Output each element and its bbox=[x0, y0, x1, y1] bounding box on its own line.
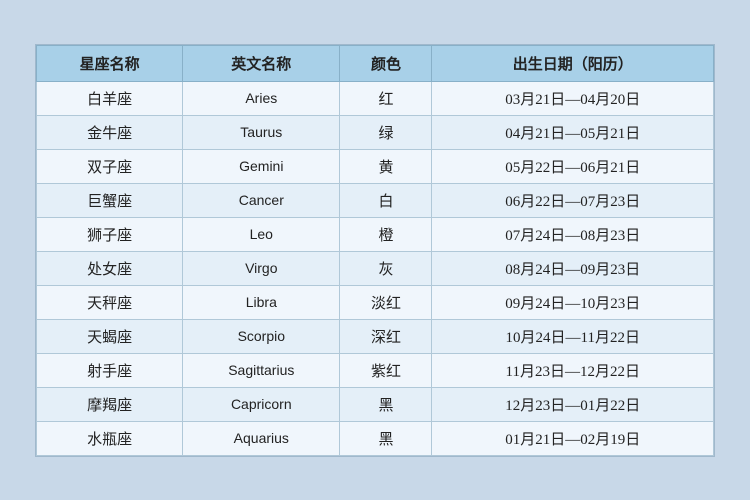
cell-color: 白 bbox=[340, 183, 432, 217]
table-row: 摩羯座Capricorn黑12月23日—01月22日 bbox=[37, 387, 714, 421]
cell-chinese-name: 天秤座 bbox=[37, 285, 183, 319]
table-row: 射手座Sagittarius紫红11月23日—12月22日 bbox=[37, 353, 714, 387]
table-row: 金牛座Taurus绿04月21日—05月21日 bbox=[37, 115, 714, 149]
cell-english-name: Gemini bbox=[183, 149, 340, 183]
cell-color: 深红 bbox=[340, 319, 432, 353]
zodiac-table: 星座名称 英文名称 颜色 出生日期（阳历） 白羊座Aries红03月21日—04… bbox=[36, 45, 714, 456]
cell-english-name: Scorpio bbox=[183, 319, 340, 353]
cell-english-name: Virgo bbox=[183, 251, 340, 285]
cell-english-name: Aries bbox=[183, 81, 340, 115]
cell-color: 黑 bbox=[340, 387, 432, 421]
table-row: 天秤座Libra淡红09月24日—10月23日 bbox=[37, 285, 714, 319]
cell-chinese-name: 巨蟹座 bbox=[37, 183, 183, 217]
cell-english-name: Cancer bbox=[183, 183, 340, 217]
cell-dates: 03月21日—04月20日 bbox=[432, 81, 714, 115]
cell-color: 黄 bbox=[340, 149, 432, 183]
cell-dates: 11月23日—12月22日 bbox=[432, 353, 714, 387]
cell-dates: 06月22日—07月23日 bbox=[432, 183, 714, 217]
cell-english-name: Sagittarius bbox=[183, 353, 340, 387]
table-row: 天蝎座Scorpio深红10月24日—11月22日 bbox=[37, 319, 714, 353]
header-chinese-name: 星座名称 bbox=[37, 45, 183, 81]
cell-color: 淡红 bbox=[340, 285, 432, 319]
cell-color: 红 bbox=[340, 81, 432, 115]
cell-dates: 05月22日—06月21日 bbox=[432, 149, 714, 183]
table-row: 双子座Gemini黄05月22日—06月21日 bbox=[37, 149, 714, 183]
cell-dates: 10月24日—11月22日 bbox=[432, 319, 714, 353]
cell-chinese-name: 金牛座 bbox=[37, 115, 183, 149]
cell-chinese-name: 处女座 bbox=[37, 251, 183, 285]
cell-dates: 09月24日—10月23日 bbox=[432, 285, 714, 319]
table-body: 白羊座Aries红03月21日—04月20日金牛座Taurus绿04月21日—0… bbox=[37, 81, 714, 455]
cell-dates: 12月23日—01月22日 bbox=[432, 387, 714, 421]
cell-chinese-name: 摩羯座 bbox=[37, 387, 183, 421]
cell-color: 绿 bbox=[340, 115, 432, 149]
cell-english-name: Taurus bbox=[183, 115, 340, 149]
cell-dates: 08月24日—09月23日 bbox=[432, 251, 714, 285]
cell-chinese-name: 双子座 bbox=[37, 149, 183, 183]
cell-chinese-name: 天蝎座 bbox=[37, 319, 183, 353]
table-row: 巨蟹座Cancer白06月22日—07月23日 bbox=[37, 183, 714, 217]
cell-chinese-name: 白羊座 bbox=[37, 81, 183, 115]
table-row: 白羊座Aries红03月21日—04月20日 bbox=[37, 81, 714, 115]
table-row: 处女座Virgo灰08月24日—09月23日 bbox=[37, 251, 714, 285]
cell-chinese-name: 水瓶座 bbox=[37, 421, 183, 455]
header-birth-date: 出生日期（阳历） bbox=[432, 45, 714, 81]
cell-color: 橙 bbox=[340, 217, 432, 251]
table-row: 狮子座Leo橙07月24日—08月23日 bbox=[37, 217, 714, 251]
cell-color: 灰 bbox=[340, 251, 432, 285]
cell-dates: 01月21日—02月19日 bbox=[432, 421, 714, 455]
cell-color: 紫红 bbox=[340, 353, 432, 387]
table-row: 水瓶座Aquarius黑01月21日—02月19日 bbox=[37, 421, 714, 455]
cell-english-name: Leo bbox=[183, 217, 340, 251]
table-header-row: 星座名称 英文名称 颜色 出生日期（阳历） bbox=[37, 45, 714, 81]
header-color: 颜色 bbox=[340, 45, 432, 81]
cell-english-name: Libra bbox=[183, 285, 340, 319]
cell-chinese-name: 狮子座 bbox=[37, 217, 183, 251]
cell-dates: 04月21日—05月21日 bbox=[432, 115, 714, 149]
cell-chinese-name: 射手座 bbox=[37, 353, 183, 387]
cell-english-name: Aquarius bbox=[183, 421, 340, 455]
cell-dates: 07月24日—08月23日 bbox=[432, 217, 714, 251]
zodiac-table-container: 星座名称 英文名称 颜色 出生日期（阳历） 白羊座Aries红03月21日—04… bbox=[35, 44, 715, 457]
header-english-name: 英文名称 bbox=[183, 45, 340, 81]
cell-color: 黑 bbox=[340, 421, 432, 455]
cell-english-name: Capricorn bbox=[183, 387, 340, 421]
